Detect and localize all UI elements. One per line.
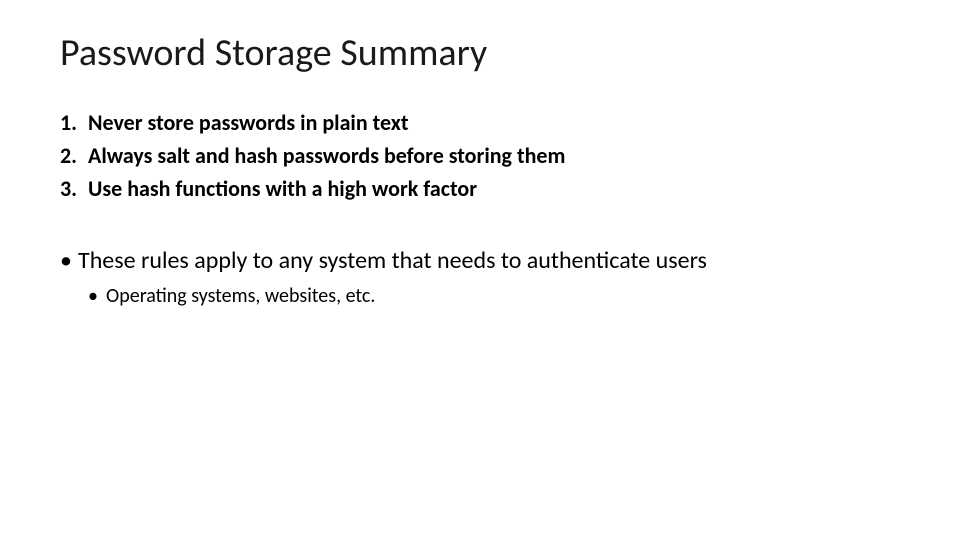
rule-item: Use hash functions with a high work fact…	[88, 174, 900, 205]
sub-notes-list: Operating systems, websites, etc.	[78, 282, 900, 310]
sub-note-item: Operating systems, websites, etc.	[106, 282, 900, 310]
rules-list: Never store passwords in plain text Alwa…	[60, 108, 900, 204]
rule-item: Never store passwords in plain text	[88, 108, 900, 139]
note-item: These rules apply to any system that nee…	[78, 244, 900, 310]
rule-item: Always salt and hash passwords before st…	[88, 141, 900, 172]
notes-list: These rules apply to any system that nee…	[60, 244, 900, 310]
note-text: These rules apply to any system that nee…	[78, 246, 707, 275]
slide-title: Password Storage Summary	[60, 30, 900, 76]
